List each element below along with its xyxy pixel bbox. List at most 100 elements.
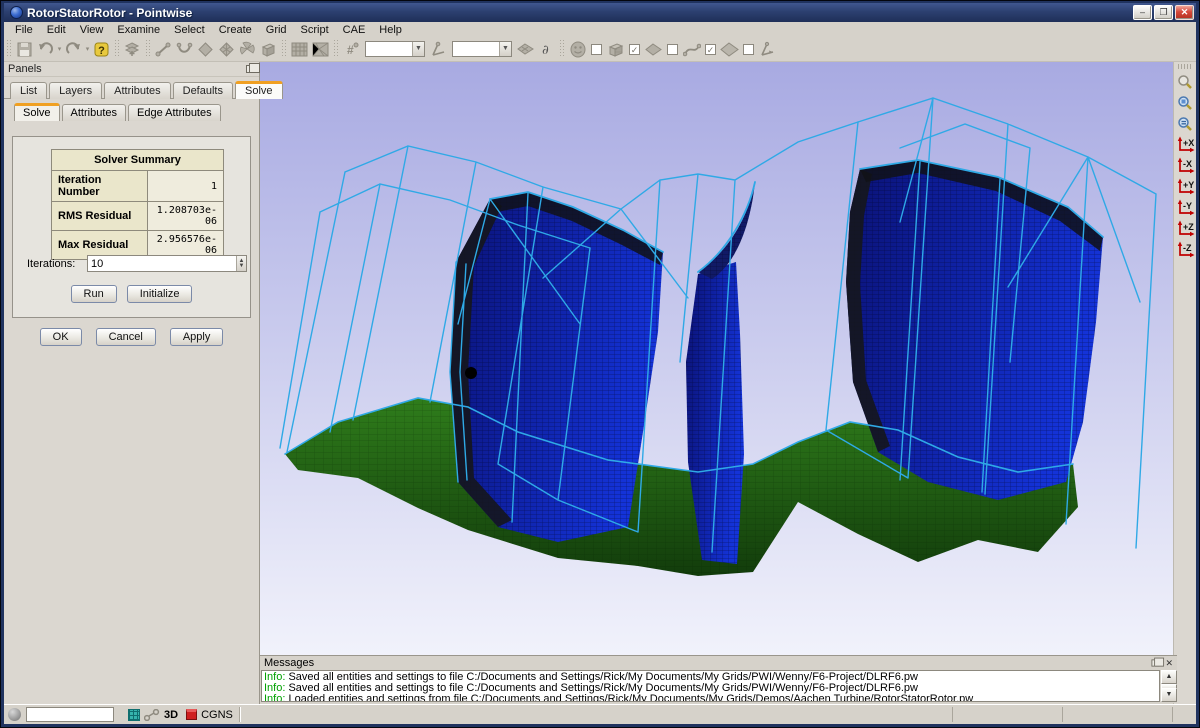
apply-button[interactable]: Apply bbox=[170, 328, 224, 346]
derivative-icon[interactable]: ∂ bbox=[536, 39, 557, 60]
database-visibility-checkbox[interactable]: ✓ bbox=[705, 44, 716, 55]
flat-domain-icon[interactable] bbox=[643, 39, 664, 60]
tab-list[interactable]: List bbox=[10, 82, 47, 99]
tab-solve[interactable]: Solve bbox=[235, 81, 283, 99]
domain-tool-icon[interactable] bbox=[195, 39, 216, 60]
menu-edit[interactable]: Edit bbox=[40, 23, 73, 37]
connector-tool-icon[interactable] bbox=[153, 39, 174, 60]
view-axis-plusx-button[interactable]: +X bbox=[1175, 135, 1195, 154]
block-visibility-checkbox[interactable] bbox=[591, 44, 602, 55]
zoom-equal-icon[interactable] bbox=[1175, 114, 1195, 133]
mask-icon[interactable] bbox=[567, 39, 588, 60]
close-messages-icon[interactable]: ✕ bbox=[1165, 658, 1173, 668]
selected-point[interactable] bbox=[465, 367, 477, 379]
cancel-button[interactable]: Cancel bbox=[96, 328, 156, 346]
rotate-fan-icon[interactable] bbox=[237, 39, 258, 60]
dimension-combo-arrow[interactable]: ▼ bbox=[412, 42, 424, 56]
menu-create[interactable]: Create bbox=[212, 23, 259, 37]
view-axis-minusx-button[interactable]: -X bbox=[1175, 156, 1195, 175]
viewport-3d-scene[interactable] bbox=[260, 62, 1177, 655]
menu-view[interactable]: View bbox=[73, 23, 111, 37]
angle-icon[interactable] bbox=[428, 39, 449, 60]
curve-tool-icon[interactable] bbox=[174, 39, 195, 60]
layer-stack-icon[interactable] bbox=[122, 39, 143, 60]
solve-tab-solve[interactable]: Solve bbox=[14, 103, 60, 121]
view-axis-minusz-button[interactable]: -Z bbox=[1175, 240, 1195, 259]
view-axis-minusy-button[interactable]: -Y bbox=[1175, 198, 1195, 217]
toolbar-grip[interactable] bbox=[333, 40, 339, 58]
menu-cae[interactable]: CAE bbox=[336, 23, 373, 37]
save-icon[interactable] bbox=[14, 39, 35, 60]
toolbar-grip[interactable] bbox=[281, 40, 287, 58]
app-globe-icon bbox=[10, 6, 23, 19]
view-axis-plusz-button[interactable]: +Z bbox=[1175, 219, 1195, 238]
messages-scrollbar[interactable]: ▲ ▼ bbox=[1161, 670, 1177, 702]
minimize-button[interactable]: – bbox=[1133, 5, 1152, 20]
iterations-input[interactable] bbox=[88, 256, 236, 271]
iterations-spinner[interactable]: ▲▼ bbox=[236, 256, 246, 271]
cae-cube-icon bbox=[186, 709, 197, 720]
restore-button[interactable]: ❐ bbox=[1154, 5, 1173, 20]
menu-help[interactable]: Help bbox=[372, 23, 409, 37]
menu-script[interactable]: Script bbox=[294, 23, 336, 37]
undo-icon[interactable] bbox=[35, 39, 56, 60]
float-panel-icon[interactable] bbox=[246, 65, 255, 73]
dimension-mode-label[interactable]: 3D bbox=[164, 709, 178, 721]
view-axis-plusy-button[interactable]: +Y bbox=[1175, 177, 1195, 196]
spacing-combo[interactable]: ▼ bbox=[452, 41, 512, 57]
svg-text:+X: +X bbox=[1183, 138, 1194, 148]
menu-examine[interactable]: Examine bbox=[110, 23, 167, 37]
status-progress-box bbox=[26, 707, 114, 722]
display-viewport[interactable] bbox=[260, 62, 1177, 655]
menu-file[interactable]: File bbox=[8, 23, 40, 37]
toolbar-grip[interactable] bbox=[559, 40, 565, 58]
toolbar-grip[interactable] bbox=[1178, 64, 1192, 69]
project-domain-icon[interactable] bbox=[515, 39, 536, 60]
initialize-button[interactable]: Initialize bbox=[127, 285, 193, 303]
unstructured-domain-icon[interactable] bbox=[216, 39, 237, 60]
toolbar-grip[interactable] bbox=[114, 40, 120, 58]
menu-grid[interactable]: Grid bbox=[259, 23, 294, 37]
domain-visibility-checkbox[interactable]: ✓ bbox=[629, 44, 640, 55]
messages-header[interactable]: Messages ✕ bbox=[260, 656, 1177, 670]
cae-format-label[interactable]: CGNS bbox=[201, 709, 233, 721]
redo-icon[interactable] bbox=[63, 39, 84, 60]
tab-attributes[interactable]: Attributes bbox=[104, 82, 170, 99]
dimension-combo[interactable]: ▼ bbox=[365, 41, 425, 57]
unstructured-grid-icon[interactable] bbox=[310, 39, 331, 60]
block-tool-icon[interactable] bbox=[258, 39, 279, 60]
float-messages-icon[interactable] bbox=[1152, 659, 1160, 666]
cube-icon[interactable] bbox=[605, 39, 626, 60]
scroll-up-button[interactable]: ▲ bbox=[1161, 670, 1177, 684]
solve-tab-edge-attributes[interactable]: Edge Attributes bbox=[128, 104, 221, 121]
connector-visibility-checkbox[interactable] bbox=[667, 44, 678, 55]
structured-grid-icon[interactable] bbox=[289, 39, 310, 60]
solve-tab-attributes[interactable]: Attributes bbox=[62, 104, 126, 121]
zoom-icon[interactable] bbox=[1175, 72, 1195, 91]
dimension-combo-field[interactable] bbox=[366, 42, 412, 56]
angle-arrow-icon[interactable] bbox=[757, 39, 778, 60]
solve-tab-row: SolveAttributesEdge Attributes bbox=[4, 99, 259, 120]
solid-domain-icon[interactable] bbox=[719, 39, 740, 60]
panels-header[interactable]: Panels bbox=[4, 62, 259, 77]
dimension-hash-icon[interactable]: # bbox=[341, 39, 362, 60]
spacing-visibility-checkbox[interactable] bbox=[743, 44, 754, 55]
tab-defaults[interactable]: Defaults bbox=[173, 82, 233, 99]
tab-layers[interactable]: Layers bbox=[49, 82, 102, 99]
run-button[interactable]: Run bbox=[71, 285, 117, 303]
dropdown-arrow-icon[interactable]: ▾ bbox=[56, 45, 63, 53]
title-bar[interactable]: RotorStatorRotor - Pointwise – ❐ ✕ bbox=[4, 3, 1196, 22]
zoom-extents-icon[interactable] bbox=[1175, 93, 1195, 112]
dropdown-arrow-icon[interactable]: ▾ bbox=[84, 45, 91, 53]
spacing-combo-arrow[interactable]: ▼ bbox=[499, 42, 511, 56]
toolbar-grip[interactable] bbox=[145, 40, 151, 58]
toolbar-grip[interactable] bbox=[6, 40, 12, 58]
scroll-down-button[interactable]: ▼ bbox=[1161, 688, 1177, 702]
connector-curve-icon[interactable] bbox=[681, 39, 702, 60]
spacing-combo-field[interactable] bbox=[453, 42, 499, 56]
ok-button[interactable]: OK bbox=[40, 328, 82, 346]
menu-select[interactable]: Select bbox=[167, 23, 212, 37]
close-button[interactable]: ✕ bbox=[1175, 5, 1194, 20]
app-surface: FileEditViewExamineSelectCreateGridScrip… bbox=[4, 22, 1196, 724]
help-icon[interactable]: ? bbox=[91, 39, 112, 60]
